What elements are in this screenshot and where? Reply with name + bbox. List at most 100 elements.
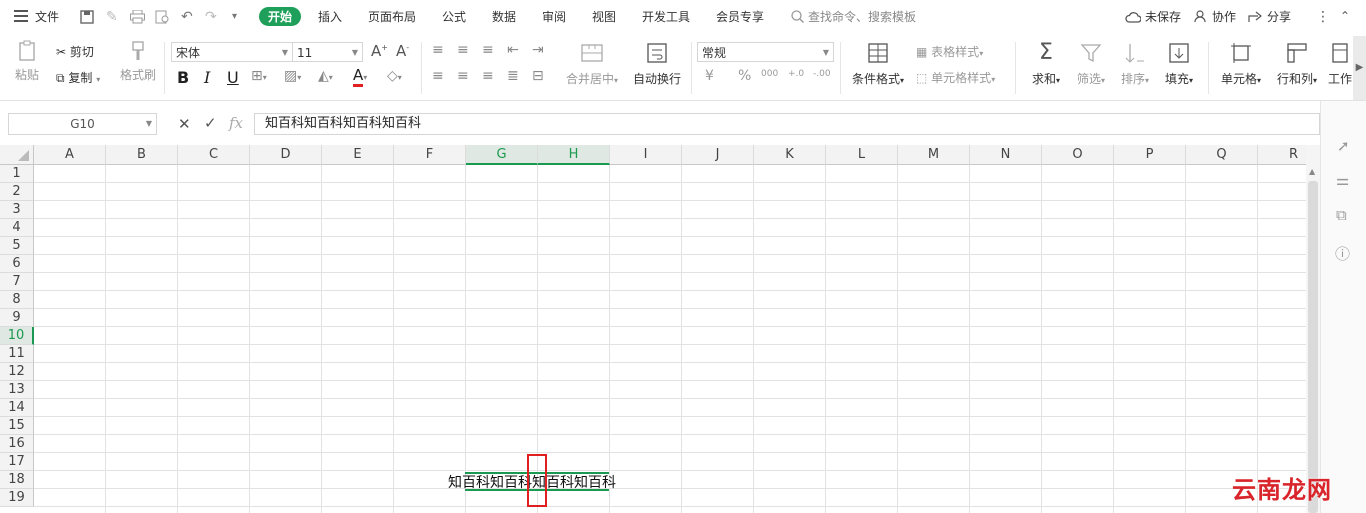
column-header-m[interactable]: M — [898, 145, 970, 165]
font-name-select[interactable]: 宋体 ▼ — [171, 42, 293, 62]
redo-icon[interactable]: ↷ — [205, 10, 217, 24]
decrease-decimal-button[interactable]: -.00 — [813, 69, 831, 79]
underline-button[interactable]: U — [227, 68, 239, 87]
cancel-icon[interactable]: ✕ — [178, 115, 191, 133]
row-header-4[interactable]: 4 — [0, 219, 34, 237]
tab-formula[interactable]: 公式 — [442, 8, 466, 25]
row-header-16[interactable]: 16 — [0, 435, 34, 453]
column-header-f[interactable]: F — [394, 145, 466, 165]
collab-button[interactable]: 协作 — [1212, 8, 1236, 25]
tab-home[interactable]: 开始 — [259, 7, 302, 26]
share-button[interactable]: 分享 — [1267, 8, 1291, 25]
column-header-g[interactable]: G — [466, 145, 538, 165]
column-header-l[interactable]: L — [826, 145, 898, 165]
confirm-icon[interactable]: ✓ — [204, 114, 217, 132]
percent-button[interactable]: % — [738, 68, 751, 84]
cloud-icon[interactable] — [1125, 11, 1142, 26]
hamburger-icon[interactable] — [14, 10, 28, 22]
align-center-icon[interactable]: ≡ — [457, 68, 469, 84]
row-header-13[interactable]: 13 — [0, 381, 34, 399]
align-top-icon[interactable]: ≡ — [432, 42, 444, 58]
row-header-10[interactable]: 10 — [0, 327, 34, 345]
tab-insert[interactable]: 插入 — [318, 8, 342, 25]
save-icon[interactable] — [80, 10, 94, 27]
column-header-k[interactable]: K — [754, 145, 826, 165]
select-all-corner[interactable] — [0, 145, 34, 165]
search-icon[interactable] — [791, 10, 804, 26]
row-header-7[interactable]: 7 — [0, 273, 34, 291]
column-header-a[interactable]: A — [34, 145, 106, 165]
row-header-6[interactable]: 6 — [0, 255, 34, 273]
italic-button[interactable]: I — [204, 68, 210, 87]
row-header-8[interactable]: 8 — [0, 291, 34, 309]
share-icon[interactable] — [1248, 10, 1263, 26]
tab-developer[interactable]: 开发工具 — [642, 8, 690, 25]
distribute-icon[interactable]: ⊟ — [532, 68, 544, 84]
row-header-2[interactable]: 2 — [0, 183, 34, 201]
worksheet-button[interactable]: 工作 — [1328, 42, 1352, 87]
decrease-font-icon[interactable]: A- — [396, 42, 409, 60]
vertical-scrollbar[interactable]: ▲ — [1306, 145, 1320, 513]
font-size-select[interactable]: 11 ▼ — [292, 42, 363, 62]
tab-view[interactable]: 视图 — [592, 8, 616, 25]
format-painter-button[interactable]: 格式刷 — [119, 40, 157, 83]
column-header-e[interactable]: E — [322, 145, 394, 165]
align-left-icon[interactable]: ≡ — [432, 68, 444, 84]
column-header-d[interactable]: D — [250, 145, 322, 165]
number-format-select[interactable]: 常规 ▼ — [697, 42, 834, 62]
row-header-11[interactable]: 11 — [0, 345, 34, 363]
scroll-up-icon[interactable]: ▲ — [1309, 167, 1315, 176]
thousands-button[interactable]: 000 — [761, 69, 778, 79]
row-header-14[interactable]: 14 — [0, 399, 34, 417]
row-header-12[interactable]: 12 — [0, 363, 34, 381]
undo-icon[interactable]: ↶ — [181, 10, 193, 24]
column-header-o[interactable]: O — [1042, 145, 1114, 165]
fill-button[interactable]: 填充▾ — [1162, 42, 1196, 87]
align-right-icon[interactable]: ≡ — [482, 68, 494, 84]
sort-button[interactable]: 排序▾ — [1118, 42, 1152, 87]
collapse-ribbon-icon[interactable]: ⌃ — [1340, 9, 1350, 23]
print-preview-icon[interactable] — [155, 10, 170, 27]
ribbon-scroll-right-button[interactable]: ▶ — [1353, 36, 1366, 100]
unsaved-status[interactable]: 未保存 — [1145, 8, 1181, 25]
column-header-b[interactable]: B — [106, 145, 178, 165]
clear-format-icon[interactable]: ◇▾ — [387, 68, 402, 84]
border-icon[interactable]: ⊞▾ — [251, 68, 267, 84]
paste-button[interactable]: 粘贴 — [10, 40, 44, 83]
bold-button[interactable]: B — [177, 68, 189, 87]
currency-button[interactable]: ¥ — [705, 68, 714, 84]
cut-button[interactable]: ✂ 剪切 — [56, 43, 94, 60]
tab-page-layout[interactable]: 页面布局 — [368, 8, 416, 25]
column-header-c[interactable]: C — [178, 145, 250, 165]
filter-button[interactable]: 筛选▾ — [1074, 42, 1108, 87]
cell-button[interactable]: 单元格▾ — [1217, 42, 1265, 87]
print-icon[interactable] — [130, 9, 145, 27]
column-header-r[interactable]: R — [1258, 145, 1306, 165]
column-header-n[interactable]: N — [970, 145, 1042, 165]
row-header-19[interactable]: 19 — [0, 489, 34, 507]
conditional-format-button[interactable]: 条件格式▾ — [850, 42, 906, 87]
column-header-h[interactable]: H — [538, 145, 610, 165]
column-header-p[interactable]: P — [1114, 145, 1186, 165]
fill-color-icon[interactable]: ◭▾ — [318, 68, 333, 84]
insert-function-icon[interactable]: fx — [229, 114, 243, 132]
column-header-j[interactable]: J — [682, 145, 754, 165]
name-box-dropdown-icon[interactable]: ▼ — [146, 114, 152, 134]
row-col-button[interactable]: 行和列▾ — [1274, 42, 1320, 87]
formula-input[interactable]: 知百科知百科知百科知百科 — [254, 113, 1320, 135]
collab-icon[interactable] — [1194, 10, 1208, 26]
adjust-icon[interactable]: ⚌ — [1336, 171, 1349, 189]
quick-access-dropdown-icon[interactable]: ▾ — [232, 10, 237, 24]
layout-icon[interactable]: ⧉ — [1336, 206, 1347, 224]
select-pointer-icon[interactable]: ➚ — [1337, 137, 1350, 155]
search-command-input[interactable]: 查找命令、搜索模板 — [808, 8, 916, 25]
row-header-1[interactable]: 1 — [0, 165, 34, 183]
sum-button[interactable]: Σ 求和▾ — [1030, 42, 1062, 87]
row-header-3[interactable]: 3 — [0, 201, 34, 219]
tab-member[interactable]: 会员专享 — [716, 8, 764, 25]
row-header-9[interactable]: 9 — [0, 309, 34, 327]
fill-shade-icon[interactable]: ▨▾ — [284, 68, 301, 84]
wrap-text-button[interactable]: 自动换行 — [632, 42, 682, 87]
outdent-icon[interactable]: ⇤ — [507, 42, 519, 58]
name-box[interactable]: G10 ▼ — [8, 113, 157, 135]
